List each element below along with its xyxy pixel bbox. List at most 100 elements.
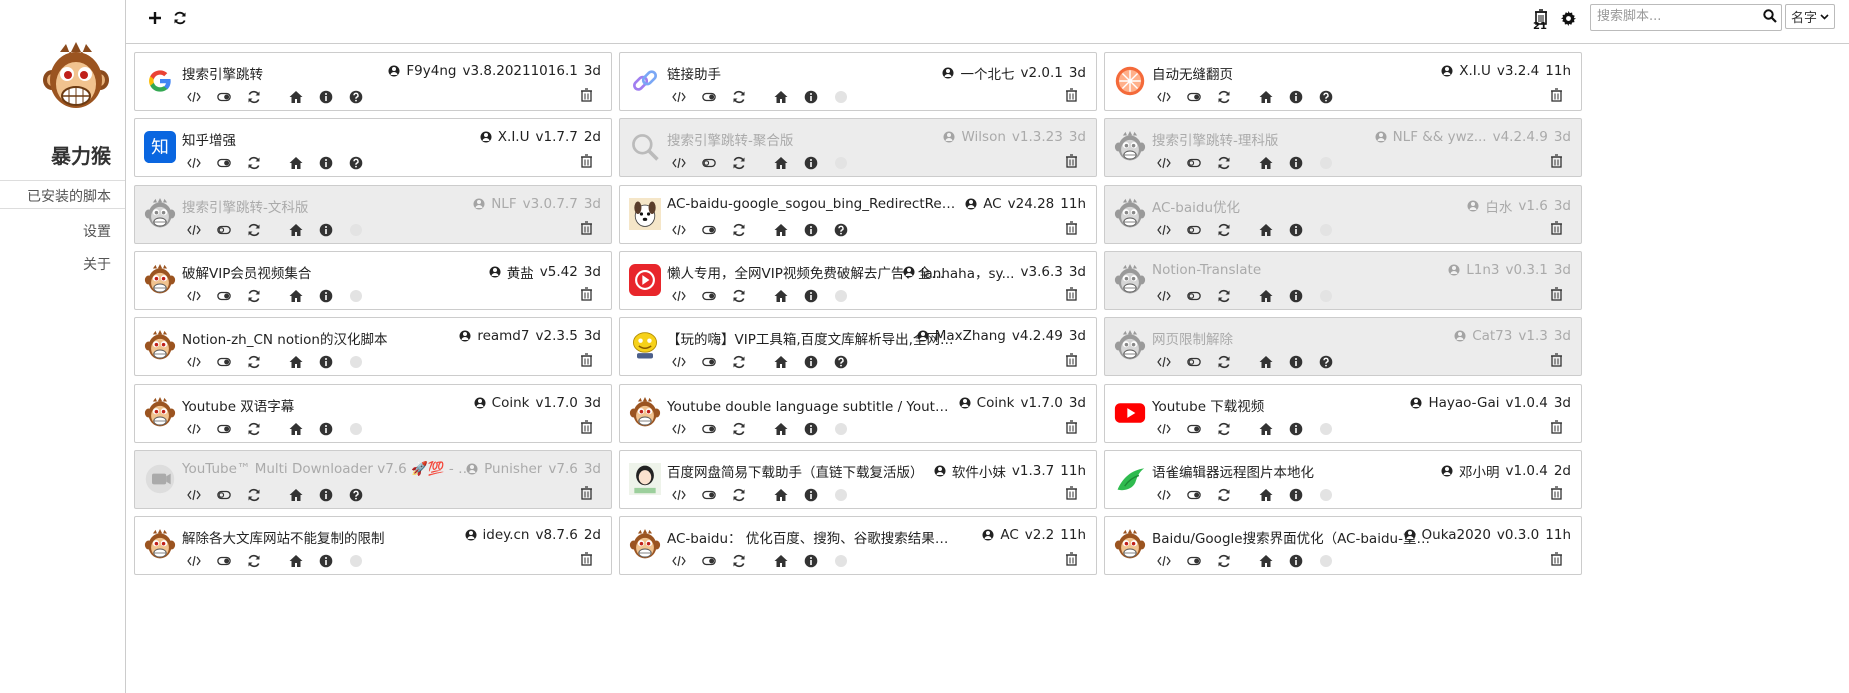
sidebar-item-settings[interactable]: 设置 xyxy=(83,221,111,241)
update-icon[interactable] xyxy=(247,222,277,238)
edit-code-icon[interactable] xyxy=(1157,155,1187,171)
script-card[interactable]: 链接助手 一个北七 v2.0.1 3d xyxy=(619,52,1097,111)
edit-code-icon[interactable] xyxy=(187,89,217,105)
update-icon[interactable] xyxy=(1217,155,1247,171)
toggle-off-icon[interactable] xyxy=(1187,222,1217,238)
toggle-on-icon[interactable] xyxy=(217,89,247,105)
script-name[interactable]: Youtube 双语字幕 xyxy=(182,395,472,415)
delete-icon[interactable] xyxy=(1550,220,1563,239)
update-icon[interactable] xyxy=(732,421,762,437)
update-icon[interactable] xyxy=(732,288,762,304)
script-author[interactable]: NLF xyxy=(491,196,516,212)
script-name[interactable]: 解除各大文库网站不能复制的限制 xyxy=(182,527,472,547)
delete-icon[interactable] xyxy=(1065,287,1078,305)
toggle-off-icon[interactable] xyxy=(1187,288,1217,304)
delete-icon[interactable] xyxy=(1065,220,1078,239)
update-icon[interactable] xyxy=(732,89,762,105)
home-icon[interactable] xyxy=(289,222,319,238)
script-name[interactable]: 知乎增强 xyxy=(182,129,472,149)
script-card[interactable]: 搜索引擎跳转-理科版 NLF && ywz... v4.2.4.9 3d xyxy=(1104,118,1582,178)
delete-icon[interactable] xyxy=(1550,353,1563,371)
edit-code-icon[interactable] xyxy=(672,421,702,437)
home-icon[interactable] xyxy=(774,421,804,437)
script-card[interactable]: 知知乎增强 X.I.U v1.7.7 2d xyxy=(134,118,612,178)
script-card[interactable]: 网页限制解除 Cat73 v1.3 3d xyxy=(1104,317,1582,377)
info-icon[interactable] xyxy=(319,222,349,238)
edit-code-icon[interactable] xyxy=(672,553,702,569)
delete-icon[interactable] xyxy=(1065,486,1078,504)
info-icon[interactable] xyxy=(804,354,834,370)
home-icon[interactable] xyxy=(289,421,319,437)
help-icon[interactable] xyxy=(349,487,379,503)
info-icon[interactable] xyxy=(804,487,834,503)
toggle-on-icon[interactable] xyxy=(1187,553,1217,569)
toggle-on-icon[interactable] xyxy=(702,487,732,503)
update-icon[interactable] xyxy=(247,89,277,105)
info-icon[interactable] xyxy=(1289,89,1319,105)
script-name[interactable]: AC-baidu优化 xyxy=(1152,196,1442,216)
toggle-on-icon[interactable] xyxy=(702,421,732,437)
script-card[interactable]: 【玩的嗨】VIP工具箱,百度文库解析导出,全网VIP... MaxZhang v4.… xyxy=(619,317,1097,377)
toggle-off-icon[interactable] xyxy=(702,155,732,171)
toggle-on-icon[interactable] xyxy=(217,288,247,304)
edit-code-icon[interactable] xyxy=(1157,222,1187,238)
script-author[interactable]: Ouka2020 xyxy=(1422,527,1491,543)
toggle-on-icon[interactable] xyxy=(702,89,732,105)
script-card[interactable]: AC-baidu-google_sogou_bing_RedirectRemov… xyxy=(619,184,1097,244)
script-card[interactable]: 自动无缝翻页 X.I.U v3.2.4 11h xyxy=(1104,52,1582,111)
toggle-on-icon[interactable] xyxy=(702,354,732,370)
info-icon[interactable] xyxy=(804,553,834,569)
home-icon[interactable] xyxy=(1259,354,1289,370)
info-icon[interactable] xyxy=(319,288,349,304)
info-icon[interactable] xyxy=(804,89,834,105)
delete-icon[interactable] xyxy=(1065,552,1078,570)
script-author[interactable]: L1n3 xyxy=(1466,262,1499,278)
toggle-on-icon[interactable] xyxy=(217,421,247,437)
script-author[interactable]: 白水 xyxy=(1485,196,1512,216)
update-icon[interactable] xyxy=(247,553,277,569)
update-icon[interactable] xyxy=(247,288,277,304)
info-icon[interactable] xyxy=(319,487,349,503)
edit-code-icon[interactable] xyxy=(187,354,217,370)
info-icon[interactable] xyxy=(1289,553,1319,569)
info-icon[interactable] xyxy=(319,89,349,105)
home-icon[interactable] xyxy=(1259,222,1289,238)
script-author[interactable]: 软件小妹 xyxy=(952,461,1006,481)
script-name[interactable]: 链接助手 xyxy=(667,63,957,83)
script-author[interactable]: lanhaha，sy... xyxy=(921,262,1015,282)
edit-code-icon[interactable] xyxy=(1157,288,1187,304)
script-author[interactable]: 黄盐 xyxy=(507,262,534,282)
delete-icon[interactable] xyxy=(1550,154,1563,172)
delete-icon[interactable] xyxy=(1065,353,1078,371)
sidebar-item-about[interactable]: 关于 xyxy=(83,254,111,274)
home-icon[interactable] xyxy=(289,354,319,370)
script-author[interactable]: 邓小明 xyxy=(1459,461,1500,481)
home-icon[interactable] xyxy=(1259,155,1289,171)
delete-icon[interactable] xyxy=(580,88,593,106)
info-icon[interactable] xyxy=(1289,421,1319,437)
script-name[interactable]: 百度网盘简易下载助手（直链下载复活版） xyxy=(667,461,957,481)
search-icon[interactable] xyxy=(1763,9,1777,27)
delete-icon[interactable] xyxy=(1550,486,1563,504)
home-icon[interactable] xyxy=(289,487,319,503)
script-card[interactable]: Youtube 下载视频 Hayao-Gai v1.0.4 3d xyxy=(1104,383,1582,443)
script-card[interactable]: 搜索引擎跳转-文科版 NLF v3.0.7.7 3d xyxy=(134,184,612,244)
toggle-on-icon[interactable] xyxy=(702,553,732,569)
home-icon[interactable] xyxy=(1259,288,1289,304)
info-icon[interactable] xyxy=(1289,354,1319,370)
update-icon[interactable] xyxy=(1217,222,1247,238)
edit-code-icon[interactable] xyxy=(187,553,217,569)
edit-code-icon[interactable] xyxy=(187,288,217,304)
edit-code-icon[interactable] xyxy=(672,354,702,370)
toggle-on-icon[interactable] xyxy=(702,222,732,238)
edit-code-icon[interactable] xyxy=(187,155,217,171)
script-name[interactable]: 【玩的嗨】VIP工具箱,百度文库解析导出,全网VIP... xyxy=(667,328,957,348)
script-card[interactable]: AC-baidu优化 白水 v1.6 3d xyxy=(1104,184,1582,244)
script-card[interactable]: Youtube 双语字幕 Coink v1.7.0 3d xyxy=(134,383,612,443)
toggle-on-icon[interactable] xyxy=(1187,421,1217,437)
edit-code-icon[interactable] xyxy=(187,421,217,437)
update-icon[interactable] xyxy=(732,553,762,569)
sort-select[interactable]: 名字 xyxy=(1785,4,1835,29)
update-icon[interactable] xyxy=(1217,288,1247,304)
delete-icon[interactable] xyxy=(580,287,593,305)
